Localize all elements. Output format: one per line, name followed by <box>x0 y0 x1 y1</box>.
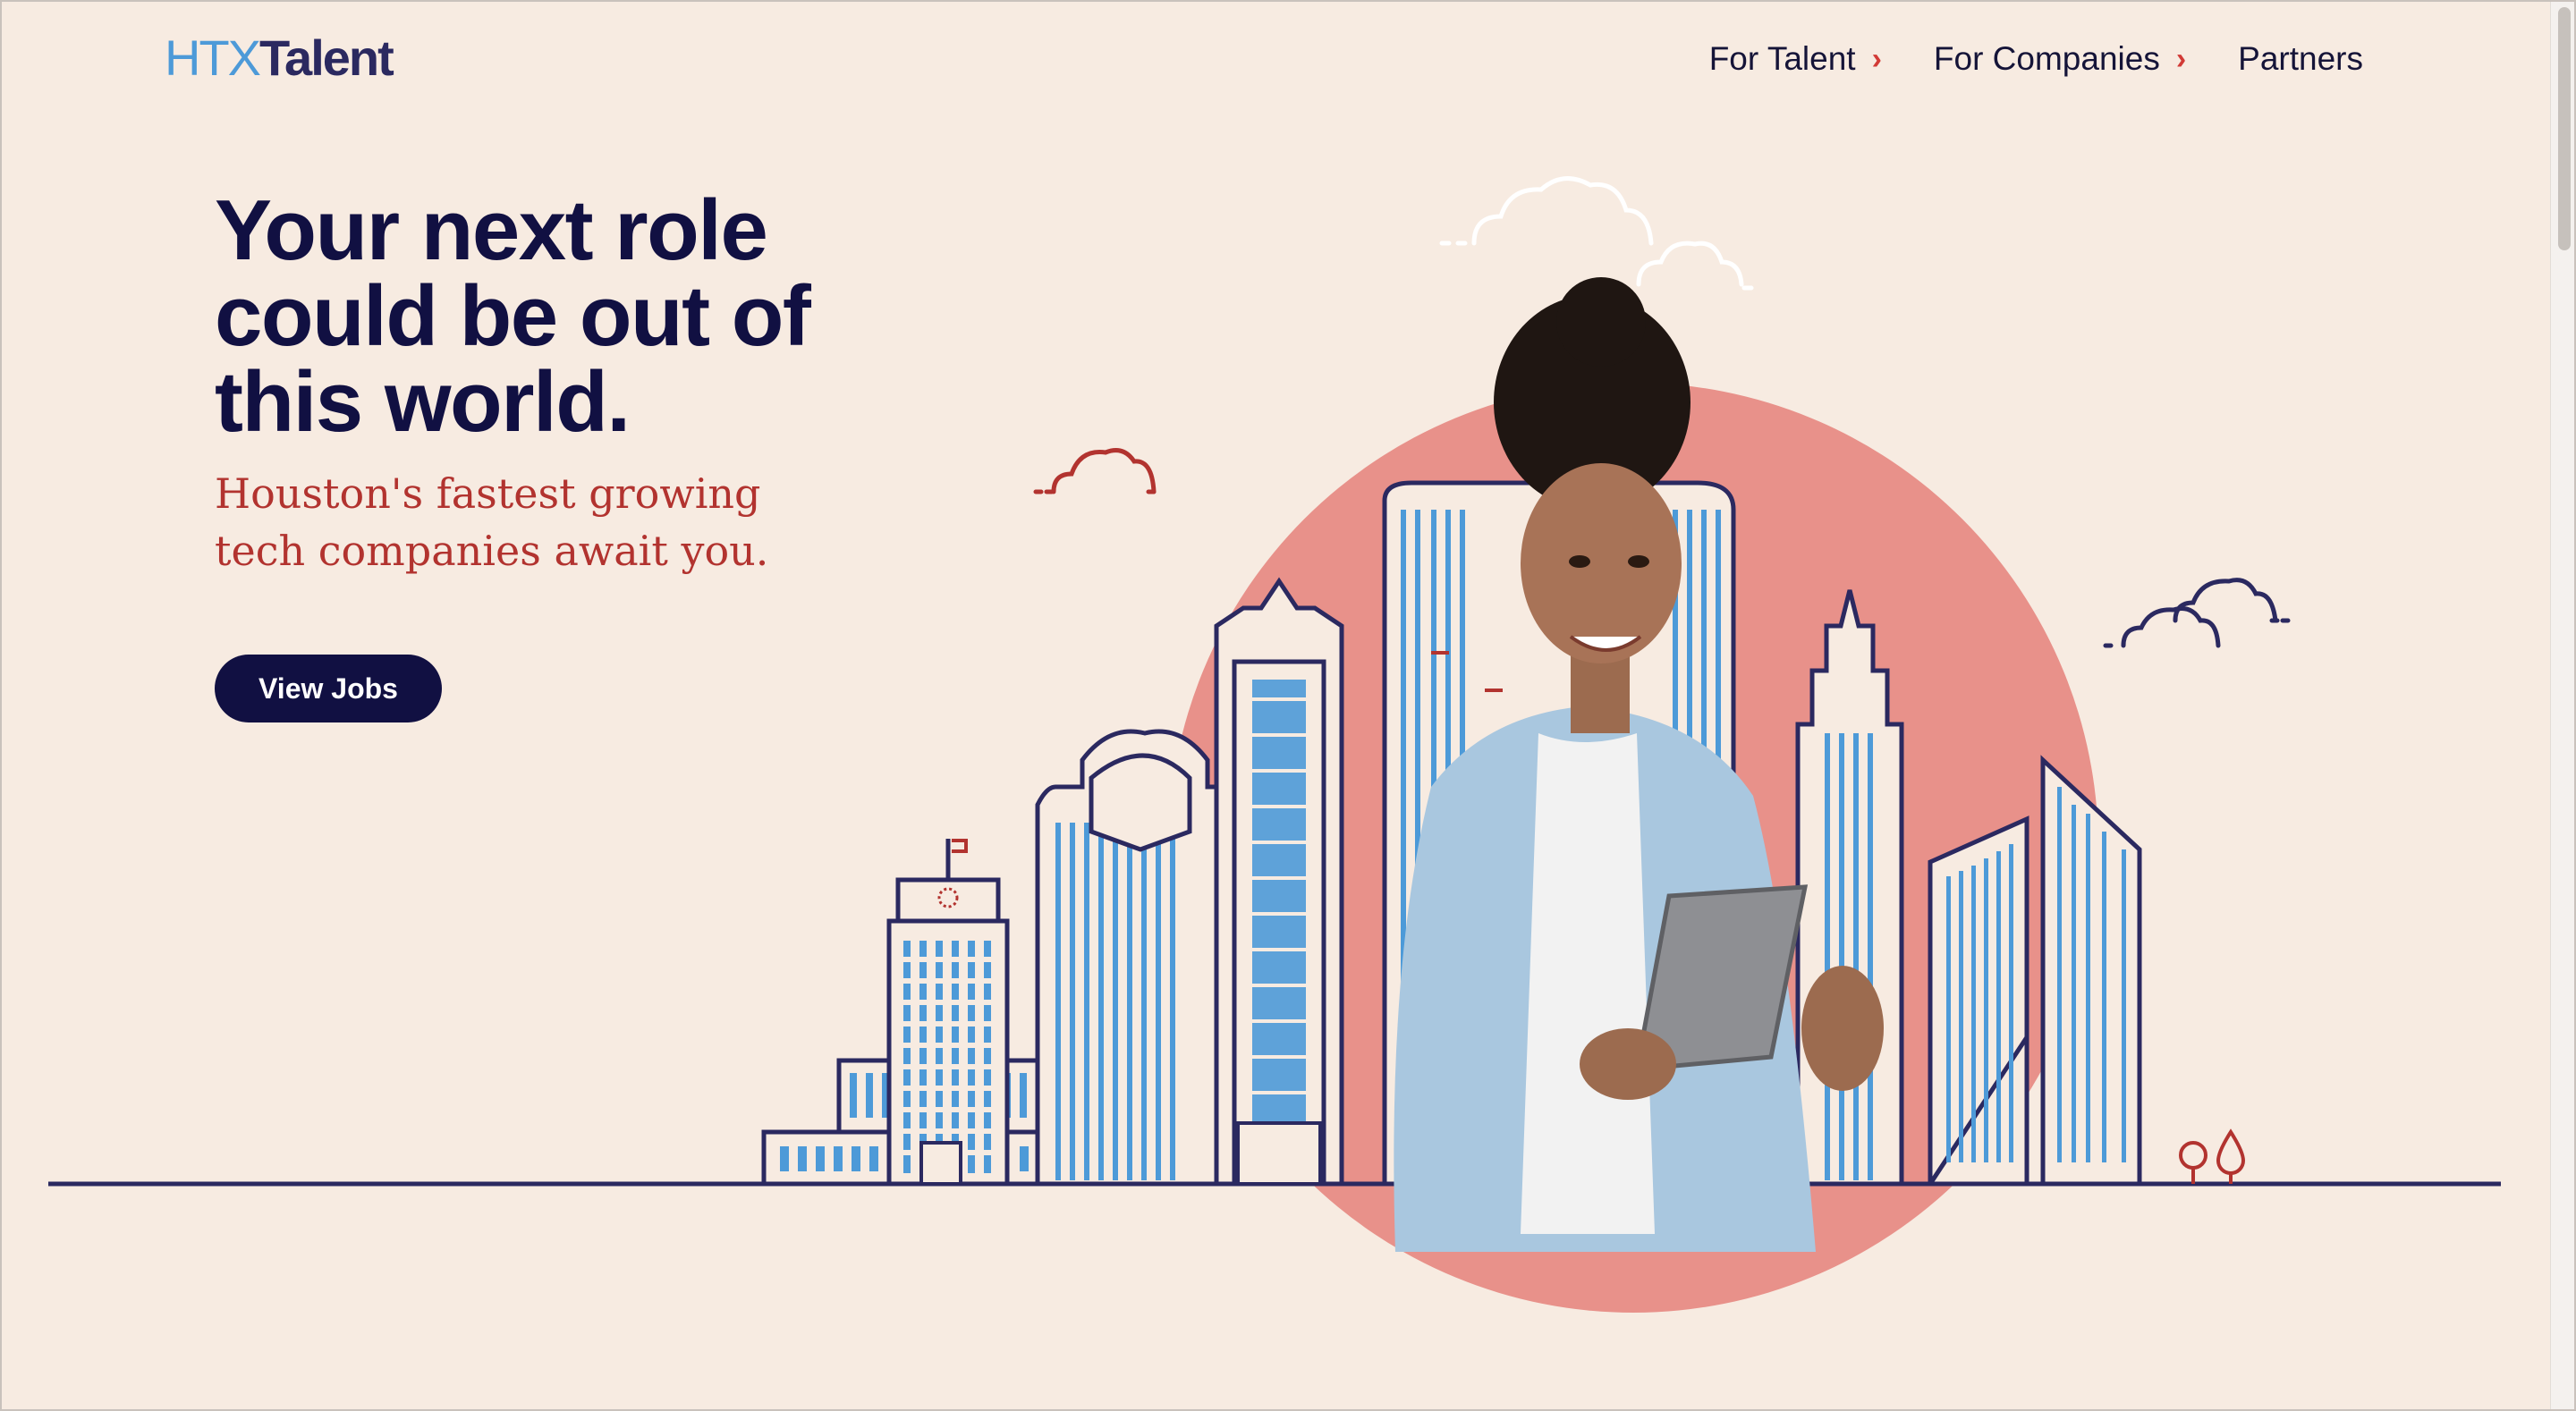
building-windows <box>1825 733 1873 1180</box>
cloud-icon <box>1033 448 1157 494</box>
page: HTX Talent For Talent › For Companies › P… <box>0 0 2576 1411</box>
main-nav: For Talent › For Companies › Partners <box>1709 36 2363 82</box>
nav-item-partners[interactable]: Partners <box>2238 40 2363 78</box>
logo-prefix: HTX <box>165 29 261 86</box>
building-windows <box>1946 787 2126 1162</box>
logo-suffix: Talent <box>259 29 394 86</box>
headline-line: Your next role <box>215 182 768 278</box>
nav-item-label: Partners <box>2238 40 2363 77</box>
nav-item-for-talent[interactable]: For Talent › <box>1709 40 1882 78</box>
nav-item-label: For Talent <box>1708 40 1856 77</box>
building-city-hall <box>886 839 1010 1187</box>
scrollbar-track[interactable] <box>2550 0 2576 1411</box>
building-left <box>761 1058 1135 1187</box>
view-jobs-button[interactable]: View Jobs <box>215 655 442 722</box>
cloud-icon <box>1439 176 1754 291</box>
headline-line: this world. <box>215 354 631 450</box>
building-windows <box>1252 680 1306 1180</box>
hero-subheading: Houston's fastest growing tech companies… <box>215 465 787 579</box>
building-glass <box>1928 755 2142 1187</box>
building-tall <box>1382 480 1736 1187</box>
nav-item-label: For Companies <box>1933 40 2160 77</box>
building-windows <box>1055 823 1175 1180</box>
building-windows <box>903 941 991 1173</box>
building-windows <box>1401 510 1721 1171</box>
logo[interactable]: HTX Talent <box>165 29 394 86</box>
scrollbar-thumb[interactable] <box>2558 7 2571 250</box>
person-photo <box>1394 277 1884 1252</box>
subhead-line: tech companies await you. <box>215 527 769 575</box>
tree-icon <box>2179 1128 2246 1184</box>
building-windows <box>780 1073 1118 1171</box>
building-windows-mask <box>898 957 998 1155</box>
sun-circle <box>1168 383 2098 1313</box>
hero-headline: Your next role could be out of this worl… <box>215 188 948 445</box>
building-spire <box>1214 577 1344 1187</box>
building-crown <box>1035 729 1255 1187</box>
headline-line: could be out of <box>215 268 811 364</box>
nav-item-for-companies[interactable]: For Companies › <box>1934 40 2186 78</box>
subhead-line: Houston's fastest growing <box>215 469 761 518</box>
flag-icon <box>952 839 968 853</box>
chevron-right-icon: › <box>1871 42 1882 76</box>
chevron-right-icon: › <box>2175 42 2187 76</box>
clock-icon <box>937 887 959 908</box>
building-stepped <box>1795 589 1904 1187</box>
cloud-icon <box>2103 578 2291 648</box>
